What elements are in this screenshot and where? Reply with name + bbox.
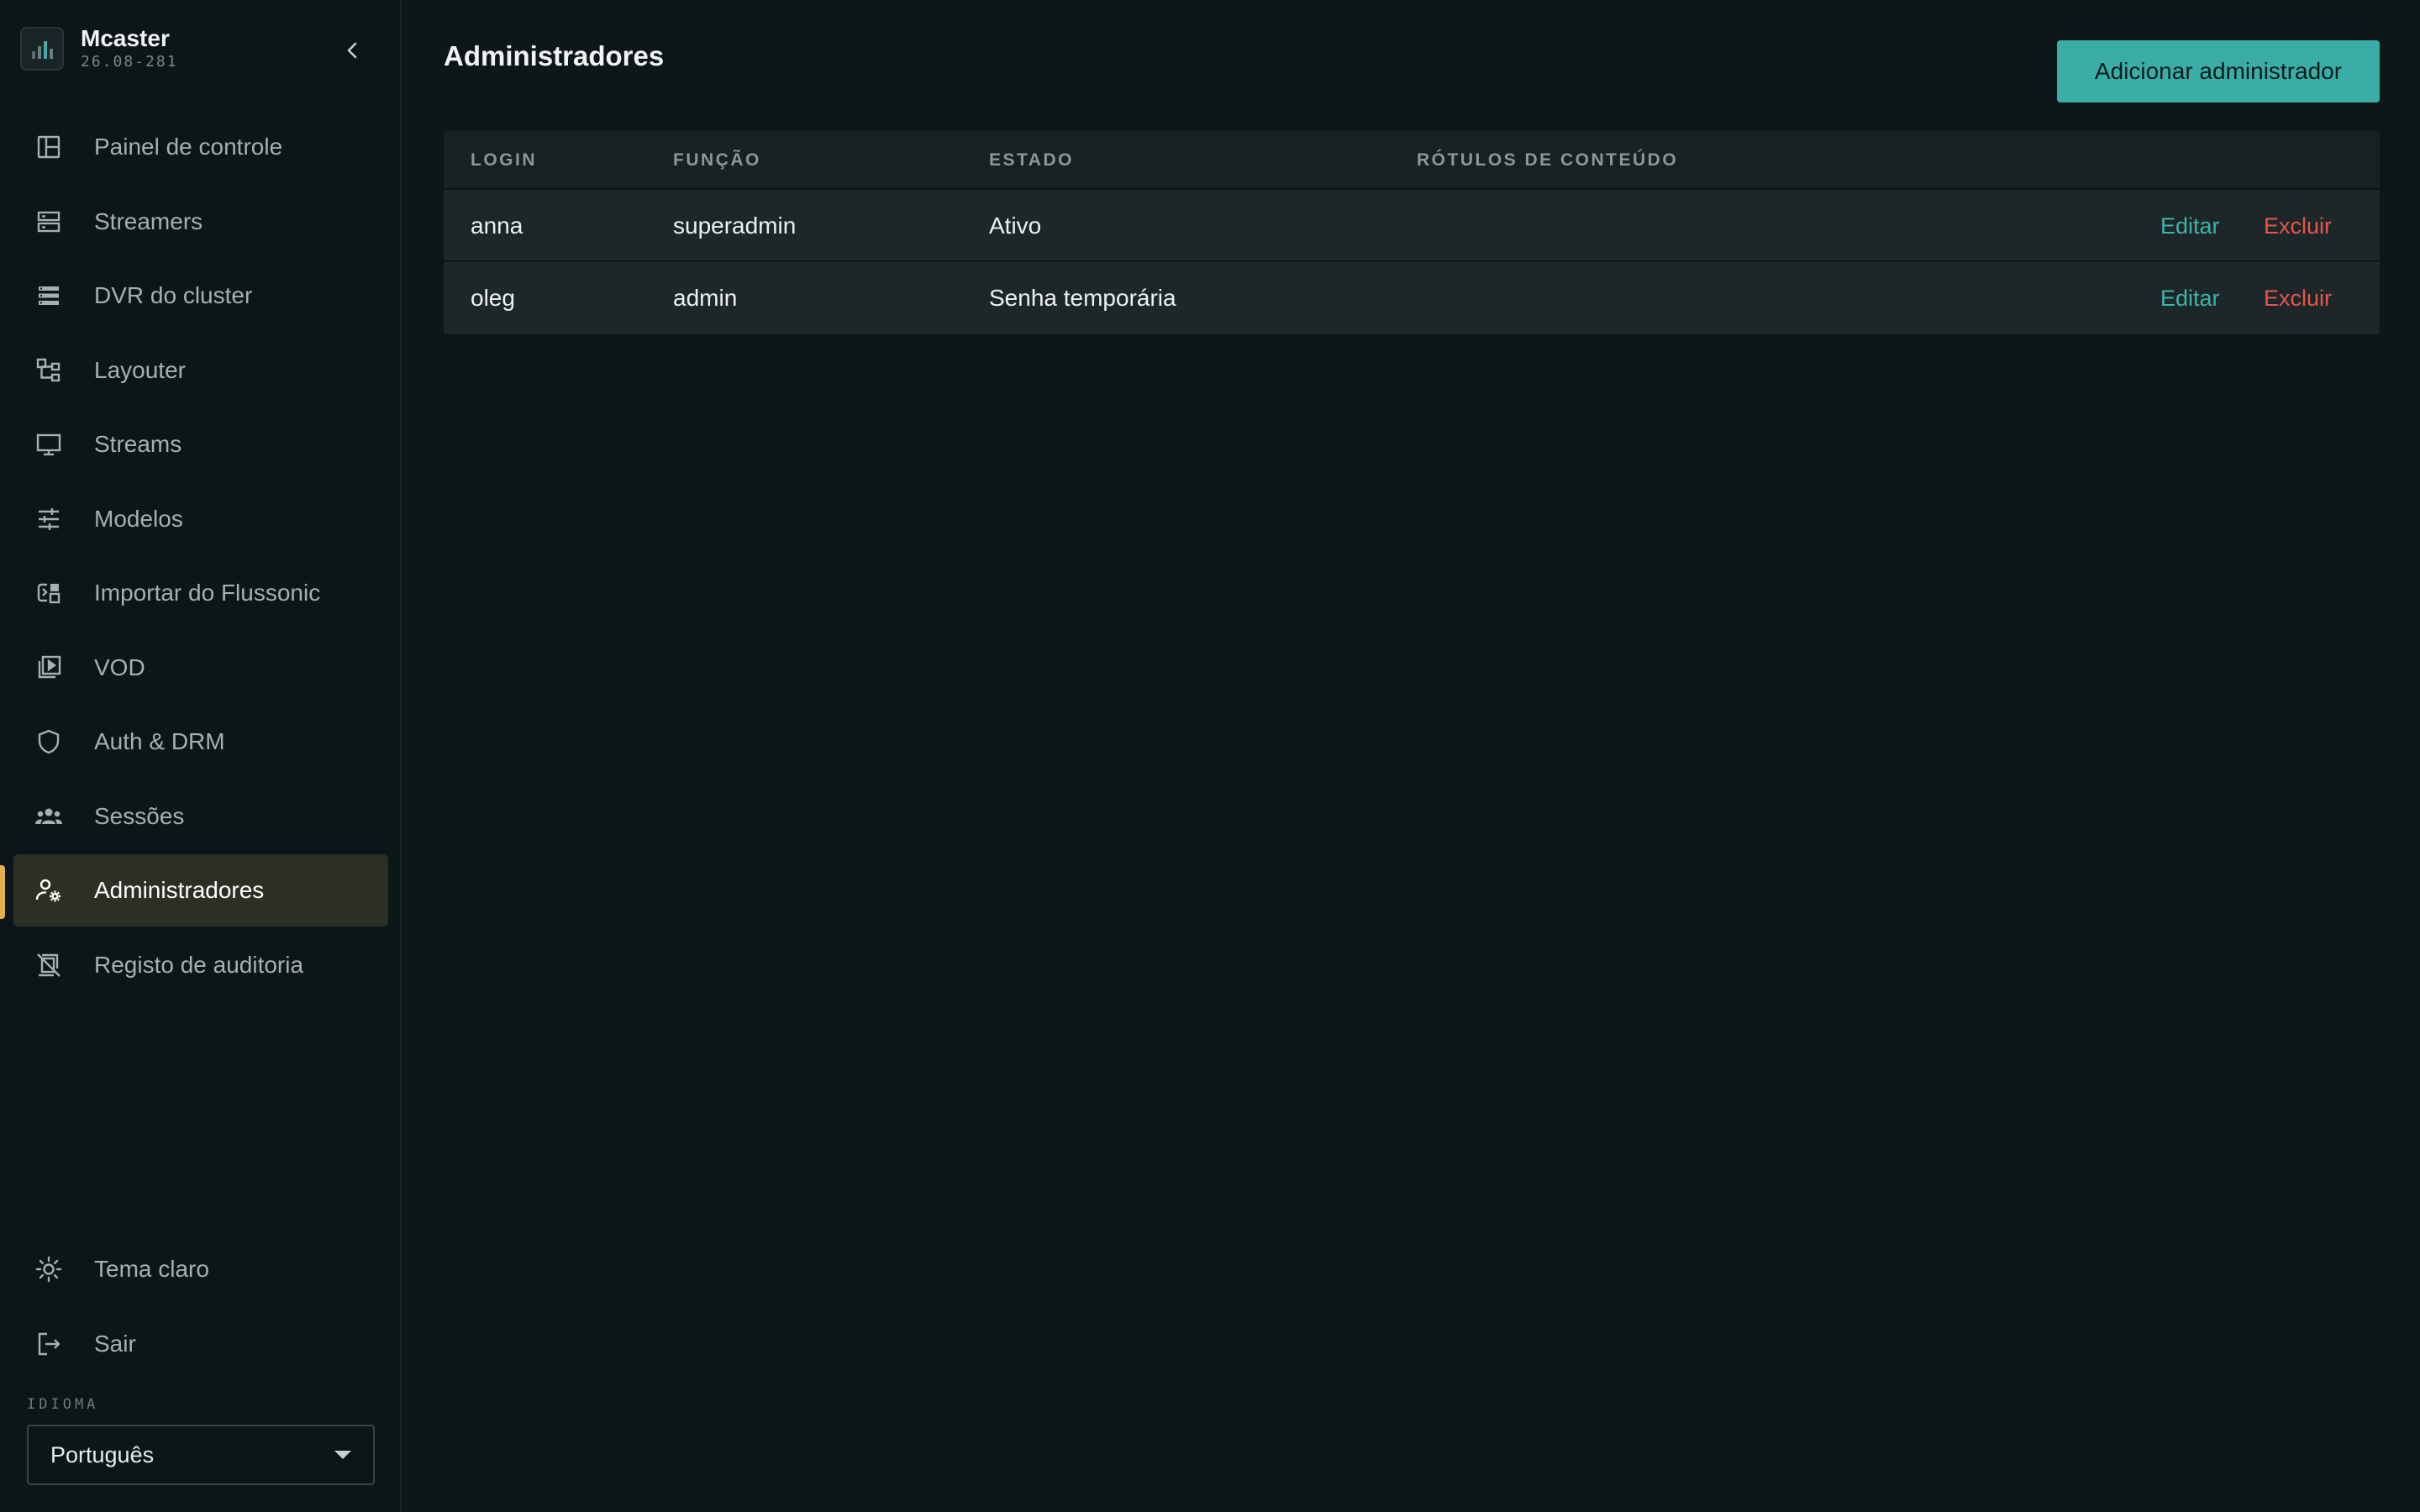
sidebar-item-administrators[interactable]: Administradores (13, 854, 388, 927)
sidebar-item-label: Modelos (94, 505, 183, 532)
sidebar-item-label: DVR do cluster (94, 282, 253, 308)
sliders-icon (34, 504, 64, 534)
server-icon (34, 207, 64, 237)
theme-toggle-label: Tema claro (94, 1256, 209, 1282)
sidebar-item-label: Layouter (94, 356, 186, 383)
monitor-icon (34, 429, 64, 459)
add-administrator-button[interactable]: Adicionar administrador (2057, 40, 2380, 102)
cell-role: admin (673, 285, 738, 311)
column-header-login: LOGIN (471, 150, 537, 170)
delete-button[interactable]: Excluir (2264, 262, 2332, 334)
edit-button[interactable]: Editar (2160, 262, 2220, 334)
import-icon (34, 578, 64, 608)
sidebar-item-label: Painel de controle (94, 134, 283, 160)
sidebar-item-streamers[interactable]: Streamers (13, 186, 388, 258)
table-header: LOGIN FUNÇÃO ESTADO RÓTULOS DE CONTEÚDO (444, 131, 2380, 190)
sidebar-item-label: Importar do Flussonic (94, 580, 321, 606)
sidebar-item-templates[interactable]: Modelos (13, 483, 388, 555)
administrators-table: LOGIN FUNÇÃO ESTADO RÓTULOS DE CONTEÚDO … (444, 131, 2380, 334)
column-header-content-labels: RÓTULOS DE CONTEÚDO (1417, 150, 1679, 170)
brand: Mcaster 26.08-281 (20, 25, 178, 72)
cell-role: superadmin (673, 213, 797, 239)
theme-toggle[interactable]: Tema claro (13, 1233, 388, 1305)
collapse-sidebar-button[interactable] (334, 32, 371, 69)
delete-button[interactable]: Excluir (2264, 190, 2332, 262)
language-label: IDIOMA (27, 1396, 99, 1413)
app-name: Mcaster (81, 25, 170, 51)
column-header-role: FUNÇÃO (673, 150, 761, 170)
logout-button[interactable]: Sair (13, 1308, 388, 1380)
dashboard-icon (34, 132, 64, 162)
sidebar-nav: Painel de controle Streamers DVR do clus… (13, 111, 388, 1003)
sidebar-item-layouter[interactable]: Layouter (13, 334, 388, 407)
group-icon (34, 801, 64, 832)
language-selected: Português (50, 1441, 155, 1467)
cell-status: Senha temporária (989, 285, 1176, 311)
logout-label: Sair (94, 1330, 136, 1357)
storage-icon (34, 281, 64, 311)
sidebar-item-label: Registo de auditoria (94, 951, 304, 978)
sidebar-item-label: Streams (94, 431, 182, 457)
sidebar-item-auth-drm[interactable]: Auth & DRM (13, 706, 388, 778)
table-row: oleg admin Senha temporária Editar Exclu… (444, 262, 2380, 334)
sidebar-item-audit-log[interactable]: Registo de auditoria (13, 929, 388, 1001)
table-row: anna superadmin Ativo Editar Excluir (444, 190, 2380, 262)
sidebar-item-dashboard[interactable]: Painel de controle (13, 111, 388, 183)
shield-icon (34, 727, 64, 757)
sidebar-item-streams[interactable]: Streams (13, 408, 388, 480)
app-version: 26.08-281 (81, 53, 178, 71)
audit-icon (34, 950, 64, 980)
caret-down-icon (334, 1451, 351, 1459)
chevron-left-icon (347, 42, 357, 59)
sidebar-item-label: VOD (94, 654, 145, 680)
sidebar-item-label: Streamers (94, 207, 203, 234)
sidebar-bottom: Tema claro Sair (13, 1233, 388, 1382)
sidebar-item-label: Auth & DRM (94, 728, 225, 754)
column-header-status: ESTADO (989, 150, 1074, 170)
cell-status: Ativo (989, 213, 1042, 239)
layout-icon (34, 355, 64, 386)
sidebar-item-import-flussonic[interactable]: Importar do Flussonic (13, 557, 388, 629)
sidebar-item-vod[interactable]: VOD (13, 632, 388, 704)
video-library-icon (34, 653, 64, 683)
language-select[interactable]: Português (27, 1425, 375, 1485)
sidebar-item-cluster-dvr[interactable]: DVR do cluster (13, 260, 388, 332)
edit-button[interactable]: Editar (2160, 190, 2220, 262)
logout-icon (34, 1329, 64, 1359)
sidebar: Mcaster 26.08-281 Painel de controle Str… (0, 0, 402, 1512)
admin-settings-icon (34, 875, 64, 906)
sun-icon (34, 1254, 64, 1284)
sidebar-item-label: Sessões (94, 802, 185, 829)
active-indicator (0, 865, 5, 919)
sidebar-item-label: Administradores (94, 877, 265, 903)
page-title: Administradores (444, 40, 665, 71)
sidebar-item-sessions[interactable]: Sessões (13, 780, 388, 853)
logo-icon (20, 27, 64, 71)
cell-login: anna (471, 213, 523, 239)
cell-login: oleg (471, 285, 515, 311)
